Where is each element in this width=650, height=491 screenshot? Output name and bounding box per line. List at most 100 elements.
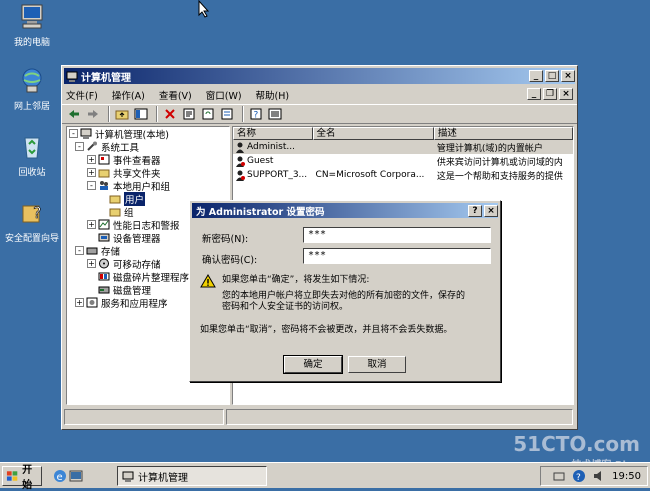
expand-icon[interactable]: + bbox=[87, 259, 96, 268]
child-minimize-button[interactable]: _ bbox=[527, 88, 541, 100]
menu-bar: 文件(F) 操作(A) 查看(V) 窗口(W) 帮助(H) _ ❐ × bbox=[62, 86, 577, 104]
menu-help[interactable]: 帮助(H) bbox=[256, 88, 290, 102]
internet-explorer-icon[interactable]: e bbox=[52, 468, 68, 484]
cancel-button[interactable]: 取消 bbox=[348, 356, 406, 373]
help-icon[interactable]: ? bbox=[248, 106, 264, 122]
desktop-icon-label: 回收站 bbox=[18, 168, 46, 178]
show-hide-tree-icon[interactable] bbox=[133, 106, 149, 122]
system-tools-icon bbox=[87, 141, 97, 151]
back-icon[interactable] bbox=[66, 106, 82, 122]
device-manager-icon bbox=[98, 233, 110, 242]
desktop-icon-network[interactable]: 网上邻居 bbox=[0, 66, 64, 112]
svg-text:e: e bbox=[57, 472, 63, 483]
desktop-icon-security-wizard[interactable]: ? 安全配置向导 bbox=[0, 198, 64, 244]
svg-text:?: ? bbox=[254, 111, 259, 121]
dialog-close-button[interactable]: × bbox=[484, 204, 498, 217]
network-tray-icon[interactable] bbox=[552, 469, 566, 483]
user-icon bbox=[236, 142, 244, 153]
status-bar bbox=[64, 409, 575, 427]
collapse-icon[interactable]: - bbox=[75, 246, 84, 255]
minimize-button[interactable]: _ bbox=[529, 70, 543, 82]
close-button[interactable]: × bbox=[561, 70, 575, 82]
warning-body-line-1: 您的本地用户帐户将立即失去对他的所有加密的文件，保存的 bbox=[222, 291, 466, 301]
confirm-password-field[interactable]: *** bbox=[303, 248, 491, 264]
start-button[interactable]: 开始 bbox=[2, 465, 42, 491]
expand-icon[interactable]: + bbox=[75, 298, 84, 307]
toolbar: ? bbox=[62, 104, 577, 124]
column-header-fullname[interactable]: 全名 bbox=[312, 127, 434, 140]
dialog-help-button[interactable]: ? bbox=[468, 204, 482, 217]
disk-management-icon bbox=[98, 286, 110, 294]
toolbar-separator bbox=[108, 106, 110, 122]
storage-icon bbox=[86, 247, 98, 255]
show-desktop-icon[interactable] bbox=[68, 468, 84, 484]
table-row[interactable]: Guest 供来宾访问计算机或访问域的内 bbox=[233, 154, 573, 168]
expand-icon[interactable]: + bbox=[87, 168, 96, 177]
status-pane bbox=[226, 409, 573, 425]
removable-storage-icon bbox=[99, 258, 109, 269]
desktop-icon-my-computer[interactable]: 我的电脑 bbox=[0, 2, 64, 48]
collapse-icon[interactable]: - bbox=[75, 142, 84, 151]
dialog-titlebar[interactable]: 为 Administrator 设置密码 ? × bbox=[192, 203, 498, 218]
tree-item[interactable]: - 系统工具 bbox=[67, 140, 229, 154]
start-label: 开始 bbox=[22, 465, 33, 491]
child-restore-button[interactable]: ❐ bbox=[543, 88, 557, 100]
export-list-icon[interactable] bbox=[219, 106, 235, 122]
tree-item[interactable]: - 本地用户和组 bbox=[67, 179, 229, 193]
status-pane bbox=[64, 409, 224, 425]
windows-logo-icon bbox=[6, 471, 18, 481]
tree-item[interactable]: + 事件查看器 bbox=[67, 153, 229, 167]
quick-launch: e bbox=[52, 468, 84, 484]
forward-icon[interactable] bbox=[85, 106, 101, 122]
volume-tray-icon[interactable] bbox=[592, 469, 606, 483]
warning-body-line-2: 密码和个人安全证书的访问权。 bbox=[222, 302, 349, 312]
folder-icon bbox=[109, 208, 121, 217]
set-password-dialog[interactable]: 为 Administrator 设置密码 ? × 新密码(N): *** 确认密… bbox=[189, 200, 501, 382]
window-titlebar[interactable]: 计算机管理 _ □ × bbox=[64, 68, 575, 84]
menu-window[interactable]: 窗口(W) bbox=[206, 88, 242, 102]
expand-icon[interactable]: + bbox=[87, 155, 96, 164]
delete-icon[interactable] bbox=[162, 106, 178, 122]
watermark-line-1: 51CTO.com bbox=[513, 432, 640, 456]
taskbar-button-computer-management[interactable]: 计算机管理 bbox=[117, 466, 267, 486]
warning-icon bbox=[200, 274, 216, 288]
table-row[interactable]: Administ... 管理计算机(域)的内置帐户 bbox=[233, 140, 573, 154]
ok-button[interactable]: 确定 bbox=[283, 355, 343, 374]
user-disabled-icon bbox=[236, 156, 245, 167]
console-icon[interactable] bbox=[267, 106, 283, 122]
collapse-icon[interactable]: - bbox=[87, 181, 96, 190]
refresh-icon[interactable] bbox=[200, 106, 216, 122]
desktop-icon-recycle-bin[interactable]: 回收站 bbox=[0, 132, 64, 178]
dialog-title: 为 Administrator 设置密码 bbox=[196, 206, 325, 218]
column-header-description[interactable]: 描述 bbox=[433, 127, 573, 140]
menu-view[interactable]: 查看(V) bbox=[159, 88, 192, 102]
column-header-name[interactable]: 名称 bbox=[233, 127, 313, 140]
help-tray-icon[interactable]: ? bbox=[572, 469, 586, 483]
computer-icon bbox=[80, 128, 92, 139]
desktop-icon-label: 网上邻居 bbox=[13, 102, 50, 112]
expand-icon[interactable]: + bbox=[87, 220, 96, 229]
desktop-icon-label: 我的电脑 bbox=[13, 38, 50, 48]
svg-text:?: ? bbox=[576, 473, 581, 483]
new-password-field[interactable]: *** bbox=[303, 227, 491, 243]
user-disabled-icon bbox=[236, 170, 245, 181]
window-title: 计算机管理 bbox=[81, 72, 131, 84]
up-folder-icon[interactable] bbox=[114, 106, 130, 122]
cancel-note: 如果您单击“取消”，密码将不会被更改，并且将不会丢失数据。 bbox=[200, 325, 453, 335]
collapse-icon[interactable]: - bbox=[69, 129, 78, 138]
defragmenter-icon bbox=[98, 272, 110, 281]
maximize-button[interactable]: □ bbox=[545, 70, 559, 82]
menu-file[interactable]: 文件(F) bbox=[66, 88, 98, 102]
child-close-button[interactable]: × bbox=[559, 88, 573, 100]
clock[interactable]: 19:50 bbox=[612, 471, 641, 482]
my-computer-icon bbox=[21, 4, 43, 29]
computer-management-icon bbox=[66, 71, 78, 82]
folder-open-icon bbox=[109, 195, 121, 204]
shared-folder-icon bbox=[98, 169, 110, 178]
menu-action[interactable]: 操作(A) bbox=[112, 88, 145, 102]
table-row[interactable]: SUPPORT_3... CN=Microsoft Corpora... 这是一… bbox=[233, 168, 573, 182]
tree-item[interactable]: + 共享文件夹 bbox=[67, 166, 229, 180]
toolbar-separator bbox=[242, 106, 244, 122]
tree-item[interactable]: - 计算机管理(本地) bbox=[67, 127, 229, 141]
properties-icon[interactable] bbox=[181, 106, 197, 122]
